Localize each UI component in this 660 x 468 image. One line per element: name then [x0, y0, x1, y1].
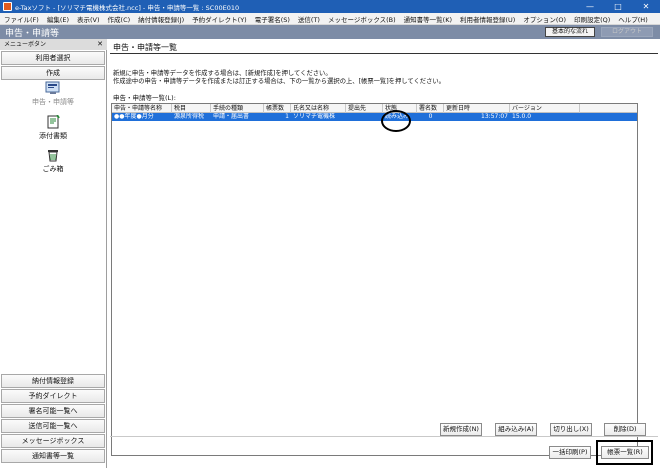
declaration-icon — [45, 81, 61, 95]
signable-list-button[interactable]: 署名可能一覧へ — [1, 404, 105, 418]
column-header[interactable]: 氏名又は名称 — [291, 104, 346, 113]
menu-payment-registration[interactable]: 納付情報登録(J) — [134, 14, 188, 24]
table-cell: 0 — [428, 113, 433, 120]
maximize-button[interactable]: □ — [604, 0, 632, 13]
new-button[interactable]: 新規作成(N) — [440, 423, 482, 436]
close-button[interactable]: ✕ — [632, 0, 660, 13]
batch-print-button[interactable]: 一括印刷(P) — [549, 446, 591, 459]
action-separator — [110, 436, 658, 437]
menu-bar: ファイル(F) 編集(E) 表示(V) 作成(C) 納付情報登録(J) 予約ダイ… — [0, 13, 660, 25]
sidebar-item-declaration[interactable]: 申告・申請等 — [28, 81, 78, 107]
window-title: e-Taxソフト - [ソリマチ電機株式会社.ncc] - 申告・申請等一覧 :… — [15, 3, 240, 12]
column-header[interactable]: バージョン — [510, 104, 580, 113]
instruction-line: 作成途中の申告・申請等データを作成または訂正する場合は、下の一覧から選択の上、[… — [113, 78, 445, 85]
column-header[interactable]: 署名数 — [417, 104, 444, 113]
reservation-direct-button[interactable]: 予約ダイレクト — [1, 389, 105, 403]
table-row[interactable]: ●●年度●月分 源泉所得税 申請・届出書 1 ソリマチ電機株 読み込み 0 13… — [112, 113, 637, 121]
column-header[interactable]: 提出先 — [346, 104, 383, 113]
create-button[interactable]: 作成 — [1, 66, 105, 80]
menu-message-box[interactable]: メッセージボックス(B) — [324, 14, 400, 24]
menu-print-settings[interactable]: 印刷設定(Q) — [570, 14, 614, 24]
sidebar-item-label: 申告・申請等 — [32, 98, 74, 106]
sidebar-header: メニューボタン ✕ — [0, 39, 107, 50]
column-header[interactable]: 手続の種類 — [211, 104, 264, 113]
table-cell — [346, 113, 383, 121]
table-cell: ●●年度●月分 — [114, 113, 154, 120]
table-cell: 13:57:07 — [481, 113, 508, 120]
column-header[interactable]: 帳票数 — [264, 104, 291, 113]
message-box-button[interactable]: メッセージボックス — [1, 434, 105, 448]
attachment-icon — [45, 114, 61, 129]
table-cell: 申請・届出書 — [213, 113, 250, 120]
section-divider — [110, 53, 658, 54]
select-user-button[interactable]: 利用者選択 — [1, 51, 105, 65]
section-title: 申告・申請等一覧 — [113, 43, 177, 52]
menu-view[interactable]: 表示(V) — [73, 14, 104, 24]
basic-flow-button[interactable]: 基本的な流れ — [545, 27, 595, 37]
menu-edit[interactable]: 編集(E) — [43, 14, 73, 24]
menu-help[interactable]: ヘルプ(H) — [614, 14, 651, 24]
delete-button[interactable]: 削除(D) — [604, 423, 646, 436]
sidebar-header-label: メニューボタン — [4, 41, 47, 48]
column-header[interactable]: 更新日時 — [444, 104, 510, 113]
menu-notices[interactable]: 通知書等一覧(K) — [400, 14, 456, 24]
sidebar-item-trash[interactable]: ごみ箱 — [28, 148, 78, 174]
declaration-list-table[interactable]: 申告・申請等名称 税目 手続の種類 帳票数 氏名又は名称 提出先 状態 署名数 … — [111, 103, 638, 456]
menu-send[interactable]: 送信(T) — [294, 14, 324, 24]
page-title: 申告・申請等 — [5, 29, 60, 39]
main-panel: 申告・申請等一覧 新規に申告・申請等データを作成する場合は、[新規作成]を押して… — [108, 39, 660, 468]
table-cell: 15.0.0 — [512, 113, 532, 120]
instructions: 新規に申告・申請等データを作成する場合は、[新規作成]を押してください。 作成途… — [113, 70, 445, 86]
status-highlight-circle — [381, 110, 411, 132]
sidebar-item-label: ごみ箱 — [42, 165, 64, 173]
list-label: 申告・申請等一覧(L): — [113, 94, 176, 102]
import-button[interactable]: 組み込み(A) — [495, 423, 537, 436]
sidebar-item-attachment[interactable]: 添付書類 — [28, 114, 78, 141]
menu-create[interactable]: 作成(C) — [104, 14, 135, 24]
form-list-highlight-box — [596, 440, 653, 465]
payment-registration-button[interactable]: 納付情報登録 — [1, 374, 105, 388]
table-header-row: 申告・申請等名称 税目 手続の種類 帳票数 氏名又は名称 提出先 状態 署名数 … — [112, 104, 637, 113]
menu-user-info[interactable]: 利用者情報登録(U) — [456, 14, 519, 24]
cutout-button[interactable]: 切り出し(X) — [550, 423, 592, 436]
instruction-line: 新規に申告・申請等データを作成する場合は、[新規作成]を押してください。 — [113, 70, 332, 77]
trash-icon — [45, 148, 61, 162]
menu-options[interactable]: オプション(O) — [519, 14, 570, 24]
sidebar: メニューボタン ✕ 利用者選択 作成 申告・申請等 添付書類 ごみ箱 納付情報登… — [0, 39, 107, 468]
logout-button: ログアウト — [601, 27, 653, 37]
column-header[interactable]: 申告・申請等名称 — [112, 104, 172, 113]
page-header: 申告・申請等 基本的な流れ ログアウト — [0, 25, 660, 39]
menu-signature[interactable]: 電子署名(S) — [251, 14, 294, 24]
title-bar: e-Taxソフト - [ソリマチ電機株式会社.ncc] - 申告・申請等一覧 :… — [0, 0, 660, 13]
minimize-button[interactable]: — — [576, 0, 604, 13]
etax-app-icon — [3, 2, 12, 11]
sidebar-close-icon[interactable]: ✕ — [97, 39, 103, 50]
sendable-list-button[interactable]: 送信可能一覧へ — [1, 419, 105, 433]
notices-list-button[interactable]: 通知書等一覧 — [1, 449, 105, 463]
sidebar-item-label: 添付書類 — [39, 132, 67, 140]
column-header[interactable]: 税目 — [172, 104, 211, 113]
table-cell: 源泉所得税 — [174, 113, 205, 120]
table-cell: ソリマチ電機株 — [293, 113, 336, 120]
menu-reservation-direct[interactable]: 予約ダイレクト(Y) — [188, 14, 251, 24]
menu-file[interactable]: ファイル(F) — [0, 14, 43, 24]
table-cell: 1 — [285, 113, 289, 120]
